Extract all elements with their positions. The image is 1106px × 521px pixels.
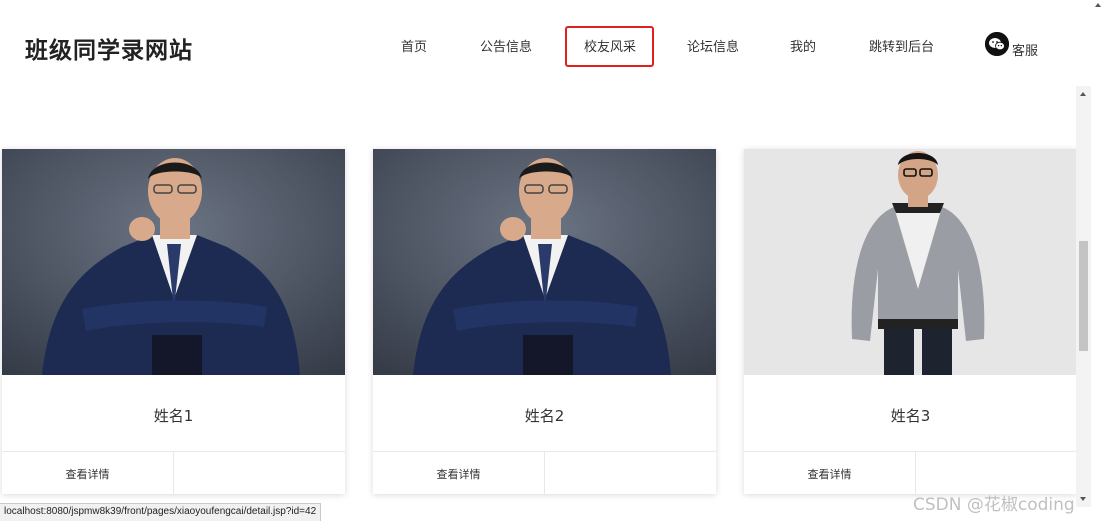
nav-alumni-showcase[interactable]: 校友风采 <box>584 36 636 55</box>
scroll-thumb[interactable] <box>1079 241 1088 351</box>
view-details-button[interactable]: 查看详情 <box>373 466 544 482</box>
view-details-button[interactable]: 查看详情 <box>744 466 915 482</box>
site-title[interactable]: 班级同学录网站 <box>25 31 193 65</box>
scroll-down-arrow-icon[interactable] <box>1080 497 1086 501</box>
action-divider <box>915 452 916 494</box>
wechat-icon[interactable] <box>985 32 1009 56</box>
nav-mine[interactable]: 我的 <box>790 36 816 55</box>
scroll-up-arrow-icon[interactable] <box>1095 3 1101 7</box>
alumni-photo[interactable] <box>2 149 345 375</box>
card-actions: 查看详情 <box>2 451 345 494</box>
alumni-photo[interactable] <box>373 149 716 375</box>
card-actions: 查看详情 <box>373 451 716 494</box>
nav-forum[interactable]: 论坛信息 <box>687 36 739 55</box>
alumni-name: 姓名3 <box>890 407 931 425</box>
customer-service-label[interactable]: 客服 <box>1012 40 1038 59</box>
scroll-up-arrow-icon[interactable] <box>1080 92 1086 96</box>
alumni-card: 姓名1 查看详情 <box>2 149 345 494</box>
alumni-card: 姓名3 查看详情 <box>744 149 1077 494</box>
alumni-card: 姓名2 查看详情 <box>373 149 716 494</box>
alumni-name: 姓名2 <box>524 407 565 425</box>
nav-home[interactable]: 首页 <box>401 36 427 55</box>
nav-announcements[interactable]: 公告信息 <box>480 36 532 55</box>
header: 班级同学录网站 首页 公告信息 校友风采 论坛信息 我的 跳转到后台 客服 <box>0 0 1090 95</box>
view-details-button[interactable]: 查看详情 <box>2 466 173 482</box>
watermark: CSDN @花椒coding <box>913 495 1075 515</box>
action-divider <box>544 452 545 494</box>
alumni-name: 姓名1 <box>153 407 194 425</box>
nav-admin[interactable]: 跳转到后台 <box>869 36 934 55</box>
status-bar-url: localhost:8080/jspmw8k39/front/pages/xia… <box>0 503 322 521</box>
action-divider <box>173 452 174 494</box>
vertical-scrollbar[interactable] <box>1076 86 1091 507</box>
page: 班级同学录网站 首页 公告信息 校友风采 论坛信息 我的 跳转到后台 客服 姓名… <box>0 0 1106 521</box>
window-edge <box>1091 0 1106 521</box>
card-actions: 查看详情 <box>744 451 1077 494</box>
alumni-photo[interactable] <box>744 149 1077 375</box>
